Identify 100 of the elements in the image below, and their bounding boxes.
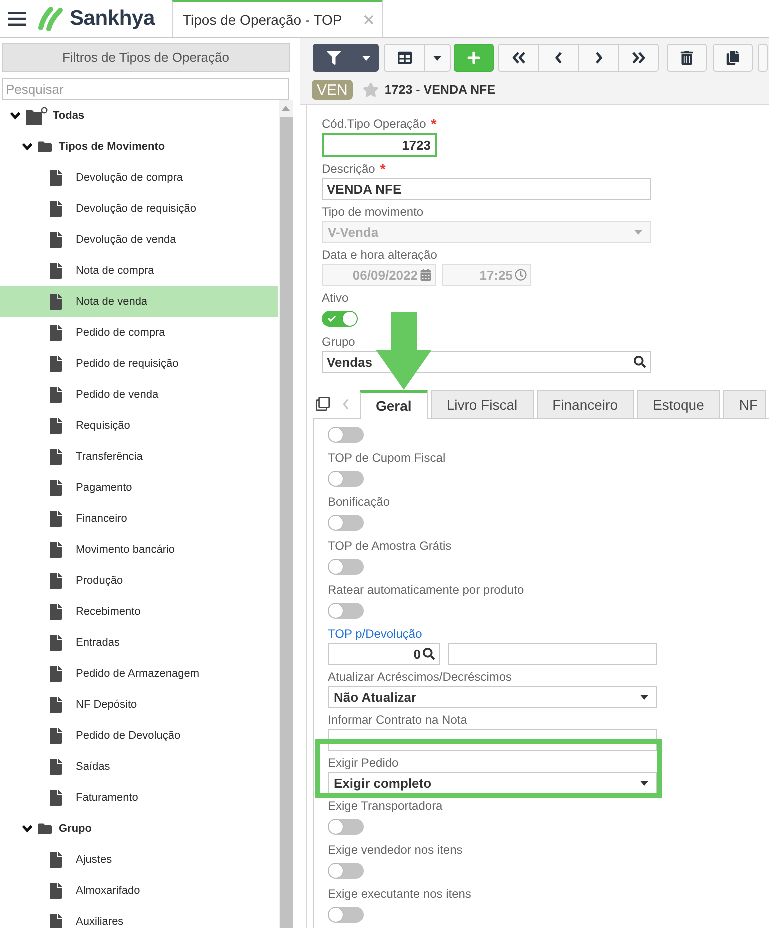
toggle-switch[interactable] [322,311,358,327]
star-icon[interactable] [362,82,379,98]
document-icon [48,356,64,372]
caret-icon [634,230,643,234]
text-field[interactable]: VENDA NFE [322,178,651,200]
toggle-switch[interactable] [328,819,364,835]
duplicate-button[interactable] [713,44,753,72]
panel-title: Filtros de Tipos de Operação [2,43,290,72]
document-icon [48,448,64,464]
tree-item[interactable]: Nota de compra [0,255,278,286]
table-icon [398,51,412,65]
chevron-left-icon [554,52,562,64]
tab[interactable]: NF [723,390,766,418]
document-icon [48,604,64,620]
tree-item[interactable]: Nota de venda [0,286,278,317]
toggle-switch[interactable] [328,603,364,619]
toggle-switch[interactable] [328,907,364,923]
toggle-switch[interactable] [328,515,364,531]
dropdown-button[interactable] [354,44,379,72]
document-icon [48,914,64,928]
tree-item[interactable]: Pedido de requisição [0,348,278,379]
document-icon [48,386,64,402]
tree-item[interactable]: Pedido de compra [0,317,278,348]
tab[interactable]: Livro Fiscal [430,390,534,418]
toggle-switch[interactable] [328,863,364,879]
document-icon [48,200,64,216]
field-label: Grupo [322,335,356,349]
filter-button[interactable] [313,44,355,72]
tree-item[interactable]: Ajustes [0,844,278,875]
document-icon [48,790,64,806]
trash-icon [680,51,694,65]
required-mark: * [380,162,386,176]
field-label: Exige executante nos itens [328,887,472,901]
filter-icon [327,51,341,65]
brand-name: Sankhya [70,6,155,30]
search-icon[interactable] [634,356,646,368]
tree-item[interactable]: Transferência [0,441,278,472]
lookup-field[interactable]: 0 [328,643,440,665]
tree-item[interactable]: Pagamento [0,472,278,503]
chevron-down-icon[interactable] [22,142,33,150]
tree-item[interactable]: Devolução de requisição [0,193,278,224]
tree-item[interactable]: Financeiro [0,503,278,534]
scroll-up-icon[interactable] [282,106,290,111]
copy-icon[interactable] [316,397,330,411]
document-icon [48,262,64,278]
tree-item[interactable]: Grupo [0,813,278,844]
tree-item[interactable]: Almoxarifado [0,875,278,906]
type-badge: VEN [312,80,353,100]
tree-item[interactable]: Auxiliares [0,906,278,928]
first-record-button[interactable] [498,44,539,72]
tree-item[interactable]: NF Depósito [0,689,278,720]
toggle-switch[interactable] [328,559,364,575]
toggle-switch[interactable] [328,471,364,487]
tree-item[interactable]: Requisição [0,410,278,441]
tab[interactable]: Estoque [636,390,720,418]
tree-item[interactable]: Faturamento [0,782,278,813]
toolbar-button[interactable] [758,44,768,72]
chevron-left-icon[interactable] [343,399,349,410]
grid-view-button[interactable] [384,44,425,72]
record-title: 1723 - VENDA NFE [384,83,496,97]
tree-item[interactable]: Produção [0,565,278,596]
chevron-down-icon[interactable] [10,112,21,120]
folder-icon [38,822,52,836]
tree-item[interactable]: Pedido de Armazenagem [0,658,278,689]
field-label: Ativo [322,291,349,305]
next-record-button[interactable] [578,44,619,72]
document-icon [48,170,64,186]
dropdown-field[interactable]: Não Atualizar [328,686,657,708]
document-icon [48,882,64,898]
tree-item[interactable]: Recebimento [0,596,278,627]
chevron-down-icon[interactable] [22,824,33,832]
tree-item[interactable]: Pedido de venda [0,379,278,410]
tree-item[interactable]: Saídas [0,751,278,782]
close-icon[interactable] [364,14,374,24]
document-icon [48,294,64,310]
search-field[interactable]: Pesquisar [2,78,289,100]
toggle-switch[interactable] [328,427,364,443]
tab[interactable]: Geral [360,390,428,419]
text-field[interactable]: 1723 [322,133,437,157]
text-field[interactable] [448,643,657,665]
tree-item[interactable]: Devolução de venda [0,224,278,255]
field-link[interactable]: TOP p/Devolução [328,627,422,641]
tree-item[interactable]: Pedido de Devolução [0,720,278,751]
tree-item[interactable]: Movimento bancário [0,534,278,565]
tab[interactable]: Financeiro [536,390,634,418]
field-label: Bonificação [328,495,390,509]
document-icon [48,666,64,682]
last-record-button[interactable] [618,44,659,72]
delete-button[interactable] [667,44,707,72]
previous-record-button[interactable] [538,44,579,72]
tree-item[interactable]: Tipos de Movimento [0,131,278,162]
search-icon[interactable] [423,648,435,660]
dropdown-field[interactable]: Exigir completo [328,772,657,794]
document-tab[interactable]: Tipos de Operação - TOP [172,0,383,37]
tree-item[interactable]: Todas [0,100,278,131]
tree-item[interactable]: Devolução de compra [0,162,278,193]
field-label: Atualizar Acréscimos/Decréscimos [328,670,512,684]
tree-item[interactable]: Entradas [0,627,278,658]
menu-icon[interactable] [8,12,26,26]
clock-icon [515,269,527,281]
